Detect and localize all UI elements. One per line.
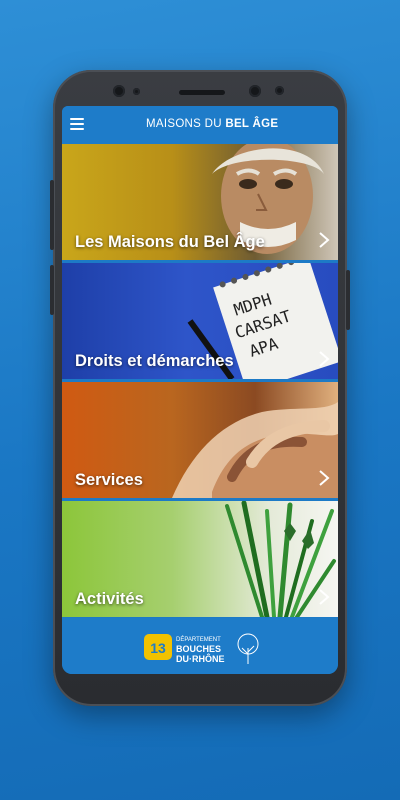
tile-label: Droits et démarches (75, 352, 234, 370)
tree-icon (237, 633, 259, 664)
dept-name-1: BOUCHES (176, 644, 221, 654)
tile-activites[interactable]: Activités (62, 501, 338, 617)
power-button (346, 270, 350, 330)
tile-droits-demarches[interactable]: MDPH CARSAT APA Droits et démarches (62, 263, 338, 379)
brand-part-2: BEL ÂGE (225, 118, 279, 130)
chevron-right-icon (319, 589, 330, 605)
app-title: MAISONS DU BEL ÂGE (146, 118, 336, 130)
menu-icon[interactable] (70, 118, 84, 130)
app-screen: MAISONS DU BEL ÂGE Les Maisons du Bel Âg… (62, 106, 338, 674)
dept-label: DÉPARTEMENT (176, 636, 221, 643)
department-logo: 13 DÉPARTEMENT BOUCHES DU·RHÔNE (144, 633, 259, 664)
chevron-right-icon (319, 232, 330, 248)
brand-part-1: MAISONS DU (146, 118, 222, 130)
front-camera-icon (113, 85, 125, 97)
earpiece-speaker (179, 90, 225, 95)
tile-services[interactable]: Services (62, 382, 338, 498)
footer-bar: 13 DÉPARTEMENT BOUCHES DU·RHÔNE (62, 618, 338, 674)
logo-letter: 13 (150, 640, 166, 656)
volume-up-button (50, 180, 54, 250)
dept-name-2: DU·RHÔNE (176, 653, 225, 664)
tile-label: Services (75, 471, 143, 489)
tile-label: Les Maisons du Bel Âge (75, 233, 265, 251)
volume-down-button (50, 265, 54, 315)
app-bar: MAISONS DU BEL ÂGE (62, 106, 338, 144)
sensor-icon (133, 88, 140, 95)
tile-label: Activités (75, 590, 144, 608)
chevron-right-icon (319, 470, 330, 486)
sensor-2-icon (275, 86, 284, 95)
tile-maisons-bel-age[interactable]: Les Maisons du Bel Âge (62, 144, 338, 260)
front-camera-2-icon (249, 85, 261, 97)
chevron-right-icon (319, 351, 330, 367)
